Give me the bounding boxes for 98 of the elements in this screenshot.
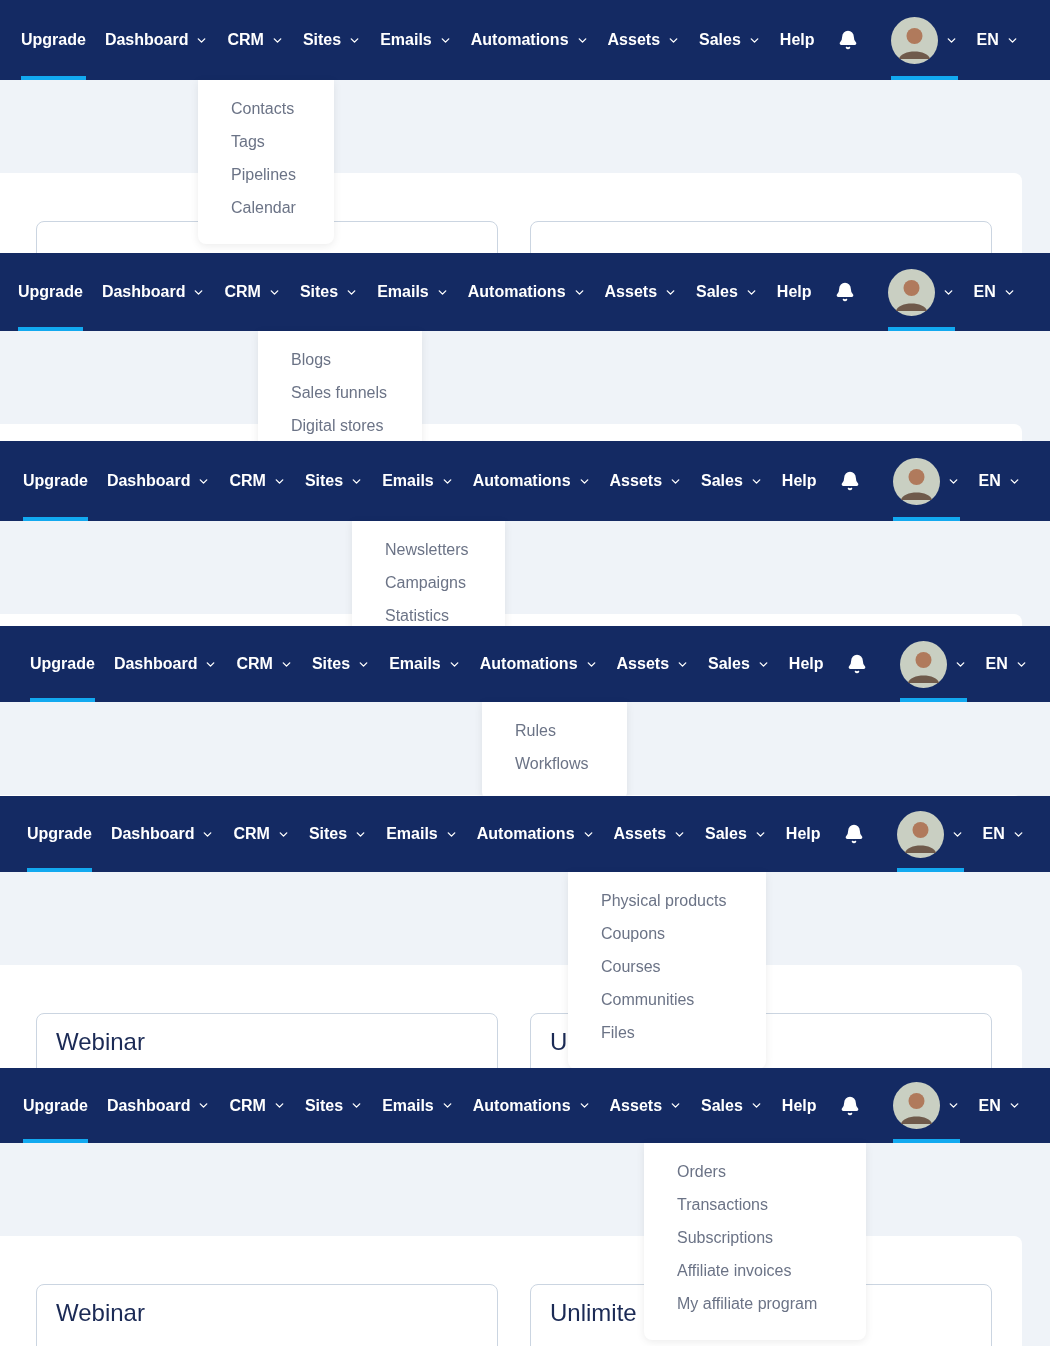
nav-menu-button[interactable]: Sites [302, 0, 362, 80]
nav-menu-button[interactable]: Dashboard [110, 796, 215, 872]
nav-menu-button[interactable]: Automations [476, 796, 595, 872]
nav-link[interactable]: Upgrade [23, 1068, 88, 1143]
bell-icon [846, 654, 867, 674]
nav-menu-button[interactable]: Sites [299, 253, 359, 331]
dropdown-item[interactable]: Calendar [231, 191, 296, 224]
plan-title: Webinar [56, 1028, 145, 1055]
dropdown-item[interactable]: Newsletters [385, 533, 469, 566]
dropdown-item[interactable]: My affiliate program [677, 1287, 818, 1320]
nav-menu-button[interactable]: EN [978, 1068, 1021, 1143]
plan-title: U [550, 1028, 568, 1055]
dropdown-item[interactable]: Subscriptions [677, 1221, 774, 1254]
dropdown-item[interactable]: Coupons [601, 917, 666, 950]
avatar-icon [892, 1082, 940, 1129]
bell-icon [839, 1095, 860, 1116]
nav-menu-button[interactable]: Assets [613, 796, 687, 872]
nav-menu-button[interactable]: EN [985, 626, 1028, 702]
nav-menu-button[interactable]: Dashboard [106, 1068, 211, 1143]
nav-menu-button[interactable]: CRM [227, 0, 284, 80]
nav-menu-button[interactable]: Dashboard [104, 0, 209, 80]
nav-menu-button[interactable]: Dashboard [101, 253, 206, 331]
nav-menu-button[interactable]: EN [973, 253, 1016, 331]
nav-link[interactable]: Upgrade [21, 0, 86, 80]
nav-menu-button[interactable]: CRM [236, 626, 293, 702]
dropdown-item[interactable]: Affiliate invoices [677, 1254, 792, 1287]
dropdown-item[interactable]: Communities [601, 983, 695, 1016]
nav-menu-button[interactable]: Assets [604, 253, 678, 331]
nav-menu-button[interactable]: Assets [609, 441, 683, 521]
nav-menu-button[interactable]: Emails [382, 441, 454, 521]
nav-menu-button[interactable]: Dashboard [106, 441, 211, 521]
nav-link[interactable]: Upgrade [27, 796, 92, 872]
dropdown-item[interactable]: Tags [231, 125, 265, 158]
plan-title: Unlimite [550, 1299, 637, 1326]
dropdown-item[interactable]: Contacts [231, 92, 295, 125]
nav-menu-button[interactable]: Sites [308, 796, 368, 872]
avatar-icon [896, 810, 944, 858]
nav-menu-button[interactable]: EN [978, 441, 1021, 521]
nav-menu-button[interactable]: Sites [304, 1068, 364, 1143]
avatar-icon [899, 640, 947, 688]
nav-menu-button[interactable]: Emails [380, 0, 452, 80]
avatar-icon [892, 457, 940, 505]
dropdown-item[interactable]: Courses [601, 950, 661, 983]
nav-menu-button[interactable]: Automations [470, 0, 589, 80]
nav-menu-button[interactable]: CRM [233, 796, 290, 872]
dropdown-item[interactable]: Digital stores [291, 409, 384, 441]
nav-menu-button[interactable]: Sales [699, 0, 761, 80]
dropdown-item[interactable]: Orders [677, 1155, 726, 1188]
nav-link[interactable]: Help [779, 0, 815, 80]
dropdown-item[interactable]: Rules [515, 714, 556, 747]
nav-menu-button[interactable]: Sites [304, 441, 364, 521]
nav-link[interactable]: Help [776, 253, 812, 331]
plan-title: Webinar [56, 1299, 145, 1326]
nav-menu-button[interactable]: Automations [472, 1068, 591, 1143]
nav-menu-button[interactable]: Emails [389, 626, 461, 702]
avatar-icon [890, 16, 938, 64]
nav-link[interactable]: Help [781, 441, 817, 521]
nav-link[interactable]: Upgrade [30, 626, 95, 702]
bell-icon [843, 824, 864, 844]
nav-menu-button[interactable]: Emails [386, 796, 458, 872]
nav-menu-button[interactable]: Automations [467, 253, 586, 331]
dropdown-item[interactable]: Statistics [385, 599, 449, 626]
bell-icon [834, 282, 855, 302]
avatar-icon [887, 268, 935, 316]
dropdown-item[interactable]: Workflows [515, 747, 589, 780]
nav-link[interactable]: Help [785, 796, 821, 872]
dropdown-item[interactable]: Sales funnels [291, 376, 388, 409]
nav-menu-button[interactable]: Emails [382, 1068, 454, 1143]
bell-icon [837, 30, 858, 50]
nav-link[interactable]: Help [781, 1068, 817, 1143]
dropdown-item[interactable]: Pipelines [231, 158, 296, 191]
nav-menu-button[interactable]: EN [982, 796, 1025, 872]
nav-menu-button[interactable]: CRM [229, 441, 286, 521]
nav-menu-button[interactable]: Dashboard [113, 626, 218, 702]
nav-menu-button[interactable]: Sales [708, 626, 770, 702]
bell-icon [839, 471, 860, 491]
nav-menu-button[interactable]: Assets [616, 626, 690, 702]
nav-menu-button[interactable]: Sales [696, 253, 758, 331]
nav-link[interactable]: Upgrade [18, 253, 83, 331]
dropdown-item[interactable]: Files [601, 1016, 635, 1049]
nav-menu-button[interactable]: Automations [472, 441, 591, 521]
dropdown-item[interactable]: Physical products [601, 884, 727, 917]
nav-menu-button[interactable]: Sales [701, 441, 763, 521]
nav-menu-button[interactable]: Sales [705, 796, 767, 872]
dropdown-item[interactable]: Transactions [677, 1188, 768, 1221]
nav-link[interactable]: Help [788, 626, 824, 702]
nav-menu-button[interactable]: Assets [607, 0, 681, 80]
nav-menu-button[interactable]: Automations [479, 626, 598, 702]
nav-menu-button[interactable]: EN [976, 0, 1019, 80]
nav-menu-button[interactable]: CRM [229, 1068, 286, 1143]
nav-menu-button[interactable]: Emails [377, 253, 449, 331]
nav-menu-button[interactable]: Sales [701, 1068, 763, 1143]
dropdown-item[interactable]: Campaigns [385, 566, 466, 599]
nav-menu-button[interactable]: CRM [224, 253, 281, 331]
nav-link[interactable]: Upgrade [23, 441, 88, 521]
dropdown-item[interactable]: Blogs [291, 343, 332, 376]
nav-menu-button[interactable]: Assets [609, 1068, 683, 1143]
nav-menu-button[interactable]: Sites [311, 626, 371, 702]
